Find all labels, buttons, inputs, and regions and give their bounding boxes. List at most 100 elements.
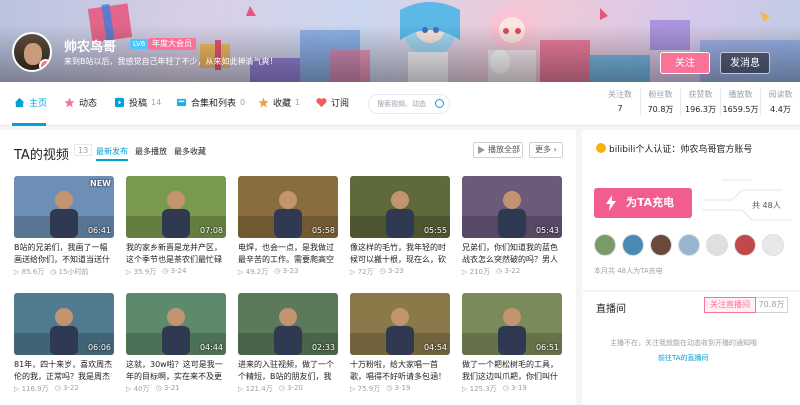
play-count: ▷ 75.9万 — [350, 385, 381, 393]
charger-avatar[interactable] — [734, 234, 756, 256]
thumbnail-person-head — [279, 308, 297, 326]
thumbnail-person-head — [167, 308, 185, 326]
search-input[interactable]: 搜索视频、动态 — [368, 94, 450, 114]
charger-avatar[interactable] — [678, 234, 700, 256]
charger-avatar[interactable] — [594, 234, 616, 256]
video-card[interactable]: 05:43 兄弟们，你们知道我的蓝色战衣怎么突然破的吗？男人有的时 ▷ 210万 ◷ … — [462, 176, 562, 277]
tab-subscriptions[interactable]: 订阅 — [316, 96, 349, 109]
video-thumbnail[interactable]: 04:54 — [350, 293, 450, 355]
video-card[interactable]: 05:55 像这样的毛竹，我年轻的时候可以搬十根，现在么，砍柴刀 ▷ 72万 ◷ 3-… — [350, 176, 450, 277]
video-icon — [114, 97, 125, 108]
search-icon[interactable] — [435, 99, 444, 108]
video-duration: 06:41 — [87, 226, 111, 235]
video-duration: 04:44 — [199, 343, 223, 352]
upload-date: ◷ 3-21 — [155, 384, 180, 392]
video-thumbnail[interactable]: 05:58 — [238, 176, 338, 238]
video-thumbnail[interactable]: 06:51 — [462, 293, 562, 355]
upload-date-value: 3-19 — [394, 384, 411, 392]
live-status-text: 主播不在，关注我就能在动态收到开播的通知哦 — [610, 339, 757, 347]
video-card[interactable]: 06:51 做了一个耙松树毛的工具，我们这边叫爪耙，你们叫什么？ ▷ 125.3万 ◷… — [462, 293, 562, 394]
video-duration: 07:08 — [199, 226, 223, 235]
video-card[interactable]: 02:33 进来的入驻视频，做了一个个精短，B站的朋友们，我舞起 ▷ 121.4万 ◷… — [238, 293, 338, 394]
stat-label: 获赞数 — [688, 90, 713, 99]
video-title[interactable]: 电焊，也会一点，是我做过最辛苦的工作。需要爬高空钢 — [238, 242, 338, 266]
video-title[interactable]: 做了一个耙松树毛的工具，我们这边叫爪耙，你们叫什么？ — [462, 359, 562, 383]
play-all-button[interactable]: 播放全部 — [473, 142, 523, 158]
stat-value: 70.8万 — [647, 105, 674, 114]
live-room-link[interactable]: 前往TA的直播间 — [658, 353, 709, 363]
play-count-value: 125.3万 — [469, 385, 497, 393]
vip-badge[interactable]: 年度大会员 — [148, 38, 196, 50]
video-thumbnail[interactable]: 04:44 — [126, 293, 226, 355]
tab-home[interactable]: 主页 — [14, 96, 47, 109]
tab-collections[interactable]: 合集和列表 0 — [176, 96, 245, 109]
video-title[interactable]: 兄弟们，你们知道我的蓝色战衣怎么突然破的吗？男人有的时 — [462, 242, 562, 266]
charge-button[interactable]: 为TA充电 — [594, 188, 692, 218]
video-duration: 05:58 — [311, 226, 335, 235]
video-card[interactable]: 04:54 十万粉啦，给大家唱一首歌，唱得不好听请多包涵！（视频 ▷ 75.9万 ◷ … — [350, 293, 450, 394]
sort-most-favorited[interactable]: 最多收藏 — [174, 146, 206, 157]
stat-fans[interactable]: 粉丝数 70.8万 — [640, 89, 680, 115]
video-title[interactable]: 十万粉啦，给大家唱一首歌，唱得不好听请多包涵！（视频 — [350, 359, 450, 383]
video-duration: 02:33 — [311, 343, 335, 352]
upload-date-value: 3-24 — [170, 267, 187, 275]
video-card[interactable]: 05:58 电焊，也会一点，是我做过最辛苦的工作。需要爬高空钢 ▷ 49.2万 ◷ 3… — [238, 176, 338, 277]
charge-month-text: 本月共 48人为TA充电 — [594, 267, 663, 275]
tab-dynamic[interactable]: 动态 — [64, 96, 97, 109]
message-button[interactable]: 发消息 — [720, 52, 770, 74]
follow-button[interactable]: 关注 — [660, 52, 710, 74]
tab-uploads[interactable]: 投稿 14 — [114, 96, 161, 109]
video-title[interactable]: 像这样的毛竹，我年轻的时候可以搬十根，现在么，砍柴刀 — [350, 242, 450, 266]
upload-date-value: 3-21 — [163, 384, 180, 392]
video-thumbnail[interactable]: 02:33 — [238, 293, 338, 355]
video-card[interactable]: NEW06:41 B站的兄弟们，我画了一幅画送给你们，不知道当送什么 ▷ 85.6万… — [14, 176, 114, 277]
charger-avatar[interactable] — [706, 234, 728, 256]
video-title[interactable]: B站的兄弟们，我画了一幅画送给你们，不知道当送什么 — [14, 242, 114, 266]
video-thumbnail[interactable]: 05:55 — [350, 176, 450, 238]
live-room-panel: 直播间 关注直播间 70.8万 主播不在，关注我就能在动态收到开播的通知哦 前往… — [582, 292, 800, 405]
upload-date: ◷ 3-19 — [386, 384, 411, 392]
tab-favorites[interactable]: 收藏 1 — [258, 96, 300, 109]
upload-date: ◷ 3-23 — [274, 267, 299, 275]
play-count: ▷ 85.6万 — [14, 268, 45, 276]
video-title[interactable]: 这就，30w啦？这可是我一年的目标啊，实在来不及更新， — [126, 359, 226, 383]
dynamic-icon — [64, 97, 75, 108]
video-card[interactable]: 06:06 81年，四十来岁，喜欢周杰伦的我，正常吗？我是周杰伦的 ▷ 116.9万… — [14, 293, 114, 394]
video-title[interactable]: 我的家乡新晋是龙井产区，这个季节也是茶农们最忙碌的时 — [126, 242, 226, 266]
play-count: ▷ 125.3万 — [462, 385, 497, 393]
avatar[interactable] — [12, 32, 52, 72]
video-card[interactable]: 07:08 我的家乡新晋是龙井产区，这个季节也是茶农们最忙碌的时 ▷ 35.9万 ◷ … — [126, 176, 226, 277]
video-thumbnail[interactable]: NEW 06:41 — [14, 176, 114, 238]
more-button[interactable]: 更多 › — [529, 142, 563, 158]
upload-date: ◷ 3-23 — [379, 267, 404, 275]
follow-live-button[interactable]: 关注直播间 — [704, 297, 756, 313]
charge-label: 为TA充电 — [626, 196, 675, 209]
live-title: 直播间 — [596, 304, 626, 315]
stat-following[interactable]: 关注数 7 — [600, 89, 640, 115]
play-count: ▷ 116.9万 — [14, 385, 49, 393]
sort-latest[interactable]: 最新发布 — [96, 146, 128, 161]
upload-date-value: 15小时前 — [58, 268, 89, 276]
video-title[interactable]: 81年，四十来岁，喜欢周杰伦的我，正常吗？我是周杰伦的 — [14, 359, 114, 383]
play-count: ▷ 40万 — [126, 385, 150, 393]
video-meta: ▷ 40万 ◷ 3-21 — [126, 384, 226, 394]
level-badge: LV6 — [130, 39, 149, 49]
video-thumbnail[interactable]: 06:06 — [14, 293, 114, 355]
sort-most-played[interactable]: 最多播放 — [135, 146, 167, 157]
upload-date-value: 3-22 — [504, 267, 521, 275]
videos-count: 13 — [74, 144, 93, 156]
charger-avatar[interactable] — [622, 234, 644, 256]
thumbnail-person-body — [274, 326, 302, 355]
video-duration: 05:55 — [423, 226, 447, 235]
video-thumbnail[interactable]: 05:43 — [462, 176, 562, 238]
charge-count: 共 48人 — [752, 201, 781, 210]
video-title[interactable]: 进来的入驻视频，做了一个个精短，B站的朋友们，我舞起 — [238, 359, 338, 383]
video-thumbnail[interactable]: 07:08 — [126, 176, 226, 238]
upload-date: ◷ 3-22 — [495, 267, 521, 275]
stat-value: 1659.5万 — [722, 105, 759, 114]
charger-avatar[interactable] — [762, 234, 784, 256]
play-count: ▷ 121.4万 — [238, 385, 273, 393]
charger-avatar[interactable] — [650, 234, 672, 256]
video-card[interactable]: 04:44 这就，30w啦？这可是我一年的目标啊，实在来不及更新， ▷ 40万 ◷ 3… — [126, 293, 226, 394]
active-tab-indicator — [12, 123, 46, 126]
